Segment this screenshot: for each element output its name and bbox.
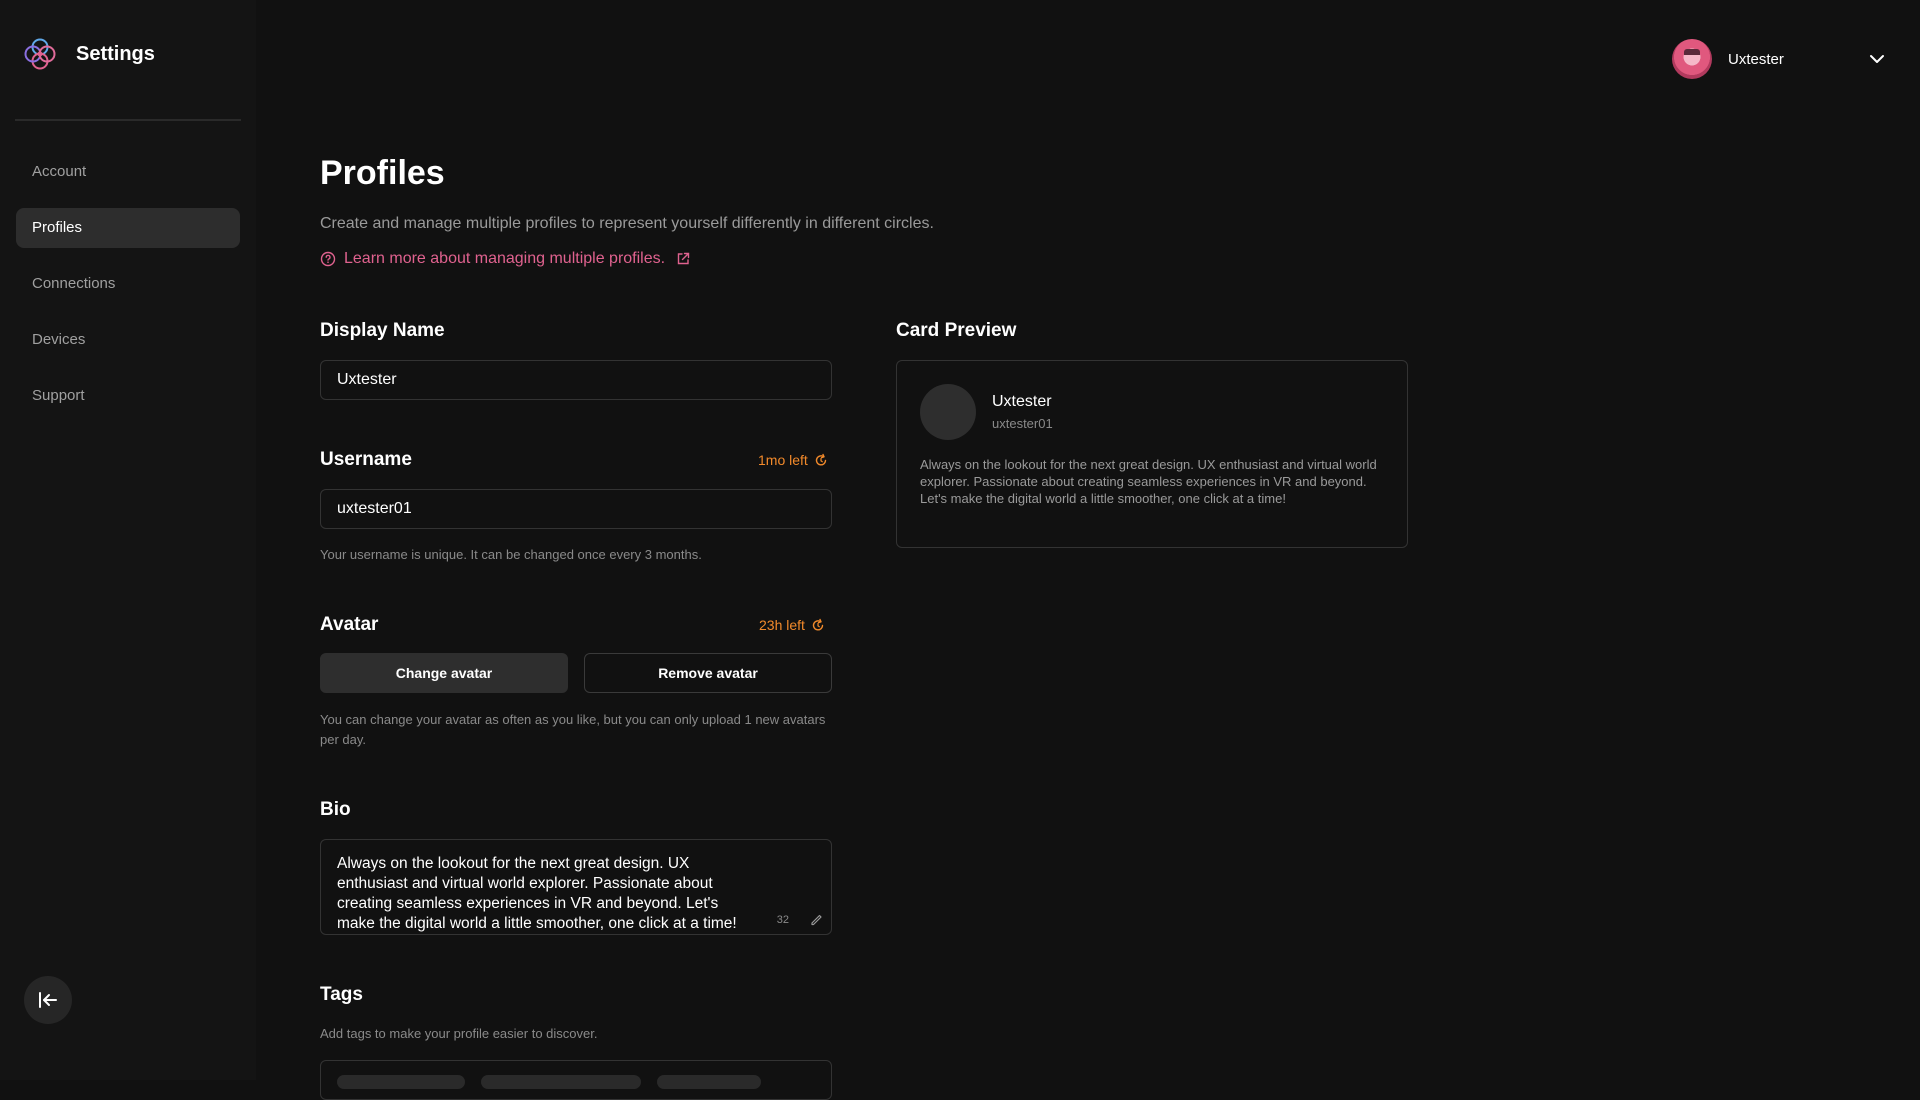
preview-name: Uxtester [992,393,1052,410]
sidebar-divider [15,119,241,121]
collapse-sidebar-button[interactable] [24,976,72,1024]
tags-label: Tags [320,984,363,1005]
tags-input[interactable] [320,1060,832,1100]
remove-avatar-button[interactable]: Remove avatar [584,653,832,693]
timer-refresh-icon [812,618,824,631]
preview-bio: Always on the lookout for the next great… [920,457,1377,506]
chevron-down-icon [1870,55,1884,63]
sidebar-item-account[interactable]: Account [16,152,240,192]
timer-refresh-icon [815,453,827,466]
external-link-icon [677,252,690,265]
tag-chip[interactable] [337,1075,465,1089]
bio-text: Always on the lookout for the next great… [337,855,737,932]
display-name-label: Display Name [320,320,445,341]
bio-char-count: 32 [776,914,789,926]
sidebar-nav: Account Profiles Connections Devices Sup… [16,152,240,432]
username-timer-text: 1mo left [758,452,808,468]
card-preview-label: Card Preview [896,320,1017,341]
bio-label: Bio [320,799,351,820]
learn-more-label: Learn more about managing multiple profi… [344,250,666,267]
page-title: Profiles [320,154,445,192]
flower-logo-icon [24,38,56,70]
card-preview: Uxtester uxtester01 Always on the lookou… [896,360,1408,548]
avatar-label: Avatar [320,614,379,635]
avatar-hint: You can change your avatar as often as y… [320,712,826,747]
learn-more-link[interactable]: Learn more about managing multiple profi… [320,250,691,268]
change-avatar-button[interactable]: Change avatar [320,653,568,693]
page-description: Create and manage multiple profiles to r… [320,215,934,232]
bio-textarea[interactable]: Always on the lookout for the next great… [320,839,832,935]
sidebar-item-devices[interactable]: Devices [16,320,240,360]
user-name: Uxtester [1728,50,1784,68]
user-menu[interactable]: Uxtester [1672,39,1886,79]
preview-avatar [920,384,976,440]
tags-hint: Add tags to make your profile easier to … [320,1026,598,1041]
username-hint: Your username is unique. It can be chang… [320,547,702,562]
username-label: Username [320,449,412,470]
username-input[interactable] [320,489,832,529]
avatar [1672,39,1712,79]
display-name-input[interactable] [320,360,832,400]
tag-chip[interactable] [481,1075,641,1089]
username-timer: 1mo left [758,452,828,468]
avatar-timer: 23h left [759,617,825,633]
sidebar-item-support[interactable]: Support [16,376,240,416]
sidebar-item-connections[interactable]: Connections [16,264,240,304]
avatar-timer-text: 23h left [759,617,805,633]
resize-handle-icon[interactable] [809,912,823,926]
brand: Settings [22,36,155,72]
sidebar-item-profiles[interactable]: Profiles [16,208,240,248]
preview-username: uxtester01 [992,416,1053,431]
tag-chip[interactable] [657,1075,761,1089]
collapse-sidebar-icon [39,992,57,1008]
app-title: Settings [76,42,155,65]
sidebar: Settings Account Profiles Connections De… [0,0,256,1080]
help-circle-icon [320,251,336,267]
